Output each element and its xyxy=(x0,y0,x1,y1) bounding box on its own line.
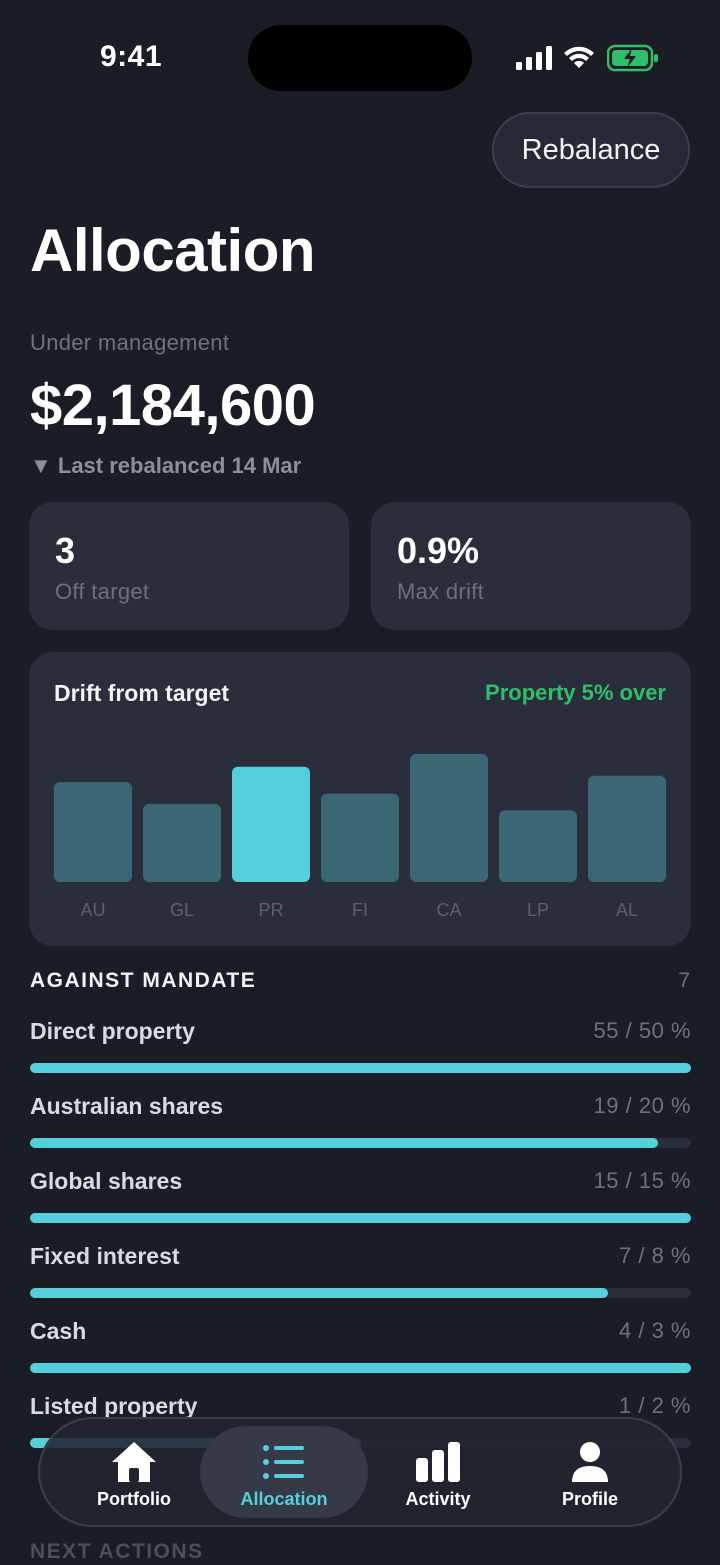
drift-bar-al[interactable] xyxy=(588,775,666,882)
x-tick-label: AL xyxy=(616,900,638,920)
asset-class-weight: 15 / 15 % xyxy=(593,1168,691,1193)
asset-class-name: Fixed interest xyxy=(30,1243,180,1269)
x-tick-label: CA xyxy=(436,900,461,920)
asset-class-name: Cash xyxy=(30,1318,87,1344)
max-drift-value: 0.9% xyxy=(397,530,480,571)
status-bar: 9:41 xyxy=(0,0,720,110)
x-tick-label: FI xyxy=(352,900,368,920)
off-target-label: Off target xyxy=(55,579,150,604)
last-rebalanced-text: ▼ Last rebalanced 14 Mar xyxy=(30,453,302,478)
mandate-row[interactable]: Fixed interest 7 / 8 % xyxy=(30,1243,691,1303)
mandate-section-title: AGAINST MANDATE xyxy=(30,969,257,992)
asset-class-weight: 19 / 20 % xyxy=(593,1093,691,1118)
drift-bar-lp[interactable] xyxy=(499,810,577,882)
chart-title: Drift from target xyxy=(54,680,230,706)
bar-chart-icon xyxy=(416,1442,460,1482)
tab-profile[interactable]: Profile xyxy=(506,1426,674,1518)
person-icon xyxy=(572,1442,608,1482)
asset-class-weight: 4 / 3 % xyxy=(619,1318,691,1343)
progress-track xyxy=(30,1138,691,1148)
mandate-count: 7 xyxy=(678,969,690,992)
tab-allocation[interactable]: Allocation xyxy=(200,1426,368,1518)
aum-value: $2,184,600 xyxy=(30,373,316,438)
asset-class-name: Direct property xyxy=(30,1018,195,1044)
x-tick-label: LP xyxy=(527,900,549,920)
mandate-row[interactable]: Global shares 15 / 15 % xyxy=(30,1168,691,1228)
cellular-signal-icon xyxy=(516,46,552,70)
max-drift-label: Max drift xyxy=(397,579,485,604)
wifi-icon xyxy=(564,46,594,68)
asset-class-weight: 55 / 50 % xyxy=(593,1018,691,1043)
page-title: Allocation xyxy=(30,217,316,284)
x-tick-label: AU xyxy=(80,900,105,920)
asset-class-weight: 1 / 2 % xyxy=(619,1393,691,1418)
max-drift-card: 0.9% Max drift xyxy=(371,502,691,630)
progress-track xyxy=(30,1363,691,1373)
tab-label: Profile xyxy=(561,1489,618,1509)
x-tick-label: PR xyxy=(258,900,283,920)
chart-annotation: Property 5% over xyxy=(485,680,666,705)
progress-track xyxy=(30,1288,691,1298)
aum-label: Under management xyxy=(30,330,230,355)
drift-bar-pr[interactable] xyxy=(232,766,310,882)
tab-portfolio[interactable]: Portfolio xyxy=(50,1426,218,1518)
asset-class-name: Listed property xyxy=(30,1393,198,1419)
rebalance-button[interactable]: Rebalance xyxy=(492,112,690,188)
progress-track xyxy=(30,1063,691,1073)
drift-bar-gl[interactable] xyxy=(143,803,221,882)
mandate-row[interactable]: Cash 4 / 3 % xyxy=(30,1318,691,1378)
asset-class-name: Australian shares xyxy=(30,1093,224,1119)
asset-class-name: Global shares xyxy=(30,1168,183,1194)
list-icon xyxy=(263,1445,304,1479)
status-time: 9:41 xyxy=(100,40,163,73)
progress-fill xyxy=(30,1063,691,1073)
drift-bar-fi[interactable] xyxy=(321,793,399,882)
home-icon xyxy=(112,1442,156,1482)
progress-track xyxy=(30,1213,691,1223)
tab-activity[interactable]: Activity xyxy=(354,1426,522,1518)
tab-label: Portfolio xyxy=(97,1489,171,1509)
tab-bar: Portfolio Allocation Activity Profile xyxy=(38,1417,682,1527)
next-actions-title: NEXT ACTIONS xyxy=(30,1540,204,1563)
off-target-value: 3 xyxy=(55,530,76,571)
progress-fill xyxy=(30,1288,608,1298)
x-tick-label: GL xyxy=(170,900,194,920)
tab-label: Activity xyxy=(405,1489,471,1509)
asset-class-weight: 7 / 8 % xyxy=(619,1243,691,1268)
dynamic-island xyxy=(248,25,472,91)
mandate-row[interactable]: Direct property 55 / 50 % xyxy=(30,1018,691,1078)
tab-label: Allocation xyxy=(240,1489,328,1509)
drift-bar-au[interactable] xyxy=(54,782,132,882)
drift-chart-card: AU GL PR FI CA LP AL Drift from target Propert… xyxy=(29,652,691,946)
drift-bar-ca[interactable] xyxy=(410,754,488,882)
off-target-card: 3 Off target xyxy=(29,502,349,630)
battery-charging-icon xyxy=(607,44,658,72)
progress-fill xyxy=(30,1213,691,1223)
progress-fill xyxy=(30,1138,658,1148)
progress-fill xyxy=(30,1363,691,1373)
mandate-row[interactable]: Australian shares 19 / 20 % xyxy=(30,1093,691,1153)
